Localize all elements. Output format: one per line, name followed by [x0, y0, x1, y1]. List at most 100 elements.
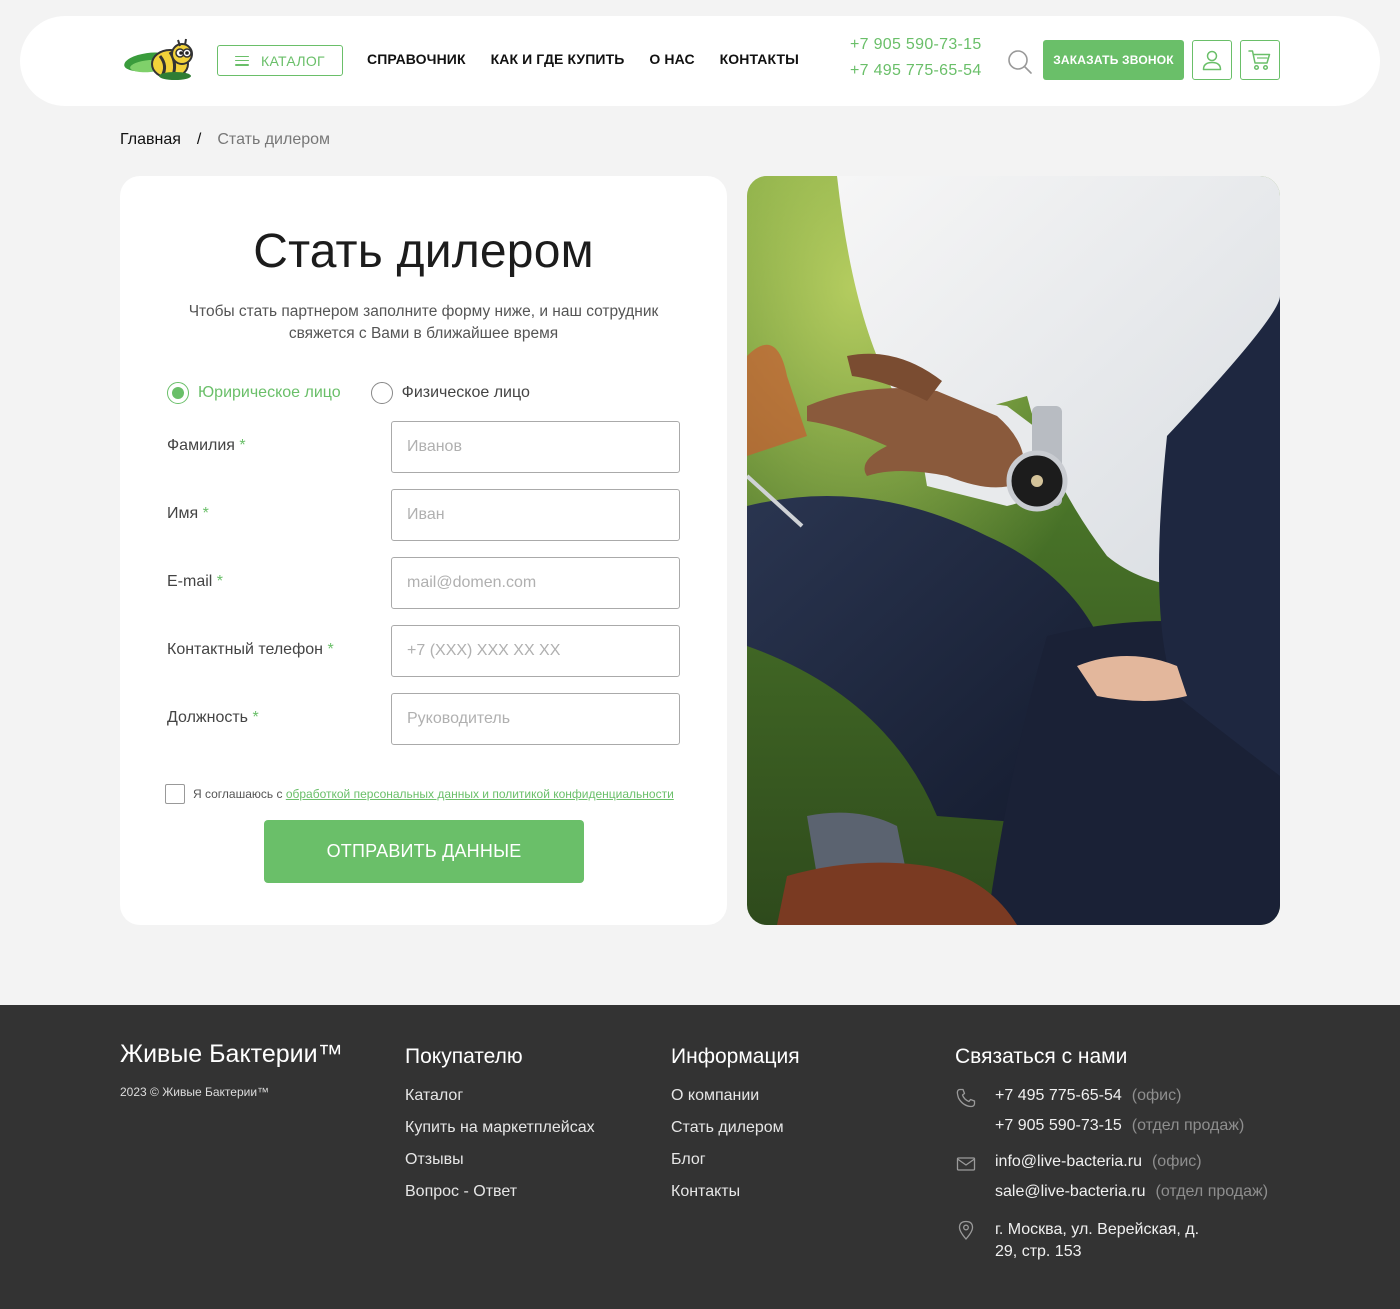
email-input[interactable] — [391, 557, 680, 609]
footer-link-catalog[interactable]: Каталог — [405, 1087, 595, 1105]
footer-phone-2[interactable]: +7 905 590-73-15 — [995, 1117, 1122, 1134]
main-nav: СПРАВОЧНИК КАК И ГДЕ КУПИТЬ О НАС КОНТАК… — [367, 51, 799, 67]
breadcrumb-separator: / — [196, 131, 202, 148]
footer-address-line-2: 29, стр. 153 — [995, 1243, 1082, 1260]
footer-link-reviews[interactable]: Отзывы — [405, 1151, 595, 1169]
location-icon — [955, 1219, 977, 1241]
field-email-label: E-mail * — [167, 573, 223, 591]
required-mark: * — [327, 641, 334, 658]
cart-button[interactable] — [1240, 40, 1280, 80]
radio-checked-icon — [167, 382, 189, 404]
required-mark: * — [216, 573, 224, 590]
field-email: E-mail * — [167, 557, 680, 609]
breadcrumb: Главная / Стать дилером — [120, 131, 330, 149]
nav-item-about[interactable]: О НАС — [649, 51, 694, 67]
header-phone-1[interactable]: +7 905 590-73-15 — [850, 36, 982, 54]
nav-item-handbook[interactable]: СПРАВОЧНИК — [367, 51, 466, 67]
field-label-text: Контактный телефон — [167, 641, 323, 658]
radio-individual[interactable]: Физическое лицо — [370, 382, 530, 404]
footer-address-line-1: г. Москва, ул. Верейская, д. — [995, 1221, 1200, 1238]
consent-row: Я соглашаюсь с обработкой персональных д… — [165, 784, 674, 804]
consent-text: Я соглашаюсь с обработкой персональных д… — [193, 787, 674, 801]
footer-email-2[interactable]: sale@live-bacteria.ru — [995, 1183, 1146, 1200]
phone-icon — [955, 1087, 977, 1109]
field-position-label: Должность * — [167, 709, 259, 727]
page-title: Стать дилером — [253, 225, 594, 278]
footer-info-title: Информация — [671, 1045, 800, 1068]
field-first-name: Имя * — [167, 489, 680, 541]
footer-copyright: 2023 © Живые Бактерии™ — [120, 1085, 270, 1099]
footer-email-1-note: (офис) — [1151, 1153, 1202, 1170]
consent-prefix: Я соглашаюсь с — [193, 787, 283, 801]
footer-email-1[interactable]: info@live-bacteria.ru — [995, 1153, 1142, 1170]
footer-email-office: info@live-bacteria.ru (офис) — [995, 1153, 1202, 1171]
entity-type-radio-group: Юририческое лицо Физическое лицо — [167, 382, 530, 404]
required-mark: * — [202, 505, 209, 522]
required-mark: * — [252, 709, 259, 726]
footer-link-blog[interactable]: Блог — [671, 1151, 800, 1169]
footer-contact-column: Связаться с нами — [955, 1045, 1127, 1087]
nav-item-where-to-buy[interactable]: КАК И ГДЕ КУПИТЬ — [491, 51, 625, 67]
radio-legal-entity[interactable]: Юририческое лицо — [167, 382, 341, 404]
breadcrumb-current: Стать дилером — [217, 131, 331, 148]
footer-phone-1[interactable]: +7 495 775-65-54 — [995, 1087, 1122, 1104]
footer-link-become-dealer[interactable]: Стать дилером — [671, 1119, 800, 1137]
radio-legal-entity-label: Юририческое лицо — [198, 384, 341, 401]
nav-item-contacts[interactable]: КОНТАКТЫ — [720, 51, 799, 67]
radio-individual-label: Физическое лицо — [401, 384, 530, 401]
field-first-name-label: Имя * — [167, 505, 209, 523]
search-icon[interactable] — [1007, 49, 1033, 75]
form-subtitle: Чтобы стать партнером заполните форму ни… — [168, 301, 679, 345]
footer-address: г. Москва, ул. Верейская, д. 29, стр. 15… — [995, 1219, 1199, 1263]
footer-link-about[interactable]: О компании — [671, 1087, 800, 1105]
radio-unchecked-icon — [370, 382, 393, 404]
order-call-button[interactable]: ЗАКАЗАТЬ ЗВОНОК — [1043, 40, 1184, 80]
mail-icon — [955, 1153, 977, 1175]
dealer-form-card: Стать дилером Чтобы стать партнером запо… — [120, 176, 727, 925]
user-button[interactable] — [1192, 40, 1232, 80]
field-last-name: Фамилия * — [167, 421, 680, 473]
first-name-input[interactable] — [391, 489, 680, 541]
field-label-text: Фамилия — [167, 437, 235, 454]
logo-bee-icon[interactable] — [120, 36, 200, 84]
submit-button[interactable]: ОТПРАВИТЬ ДАННЫЕ — [264, 820, 584, 883]
footer-phone-office: +7 495 775-65-54 (офис) — [995, 1087, 1181, 1105]
privacy-policy-link[interactable]: обработкой персональных данных и политик… — [286, 787, 674, 801]
required-mark: * — [239, 437, 246, 454]
footer-email-2-note: (отдел продаж) — [1155, 1183, 1269, 1200]
footer-link-marketplaces[interactable]: Купить на маркетплейсах — [405, 1119, 595, 1137]
catalog-button[interactable]: КАТАЛОГ — [217, 45, 343, 76]
header-phones: +7 905 590-73-15 +7 495 775-65-54 — [850, 36, 982, 80]
field-phone: Контактный телефон * — [167, 625, 680, 677]
footer-contact-title: Связаться с нами — [955, 1045, 1128, 1068]
form-subtitle-line-1: Чтобы стать партнером заполните форму ни… — [188, 303, 659, 320]
field-position: Должность * — [167, 693, 680, 745]
site-footer: Живые Бактерии™ 2023 © Живые Бактерии™ П… — [0, 1005, 1400, 1309]
phone-input[interactable] — [391, 625, 680, 677]
footer-link-faq[interactable]: Вопрос - Ответ — [405, 1183, 595, 1201]
footer-phone-sales: +7 905 590-73-15 (отдел продаж) — [995, 1117, 1244, 1135]
consent-checkbox[interactable] — [165, 784, 185, 804]
footer-buyer-column: Покупателю Каталог Купить на маркетплейс… — [405, 1045, 595, 1215]
footer-buyer-title: Покупателю — [405, 1045, 523, 1068]
position-input[interactable] — [391, 693, 680, 745]
field-label-text: E-mail — [167, 573, 213, 590]
form-subtitle-line-2: свяжется с Вами в ближайшее время — [288, 325, 559, 342]
footer-link-contacts[interactable]: Контакты — [671, 1183, 800, 1201]
last-name-input[interactable] — [391, 421, 680, 473]
footer-phone-1-note: (офис) — [1131, 1087, 1182, 1104]
field-label-text: Имя — [167, 505, 199, 522]
cart-icon — [1248, 50, 1271, 71]
footer-brand: Живые Бактерии™ — [120, 1040, 343, 1068]
menu-icon — [235, 55, 250, 66]
footer-info-column: Информация О компании Стать дилером Блог… — [671, 1045, 800, 1215]
field-phone-label: Контактный телефон * — [167, 641, 334, 659]
site-header: КАТАЛОГ СПРАВОЧНИК КАК И ГДЕ КУПИТЬ О НА… — [20, 16, 1380, 106]
header-phone-2[interactable]: +7 495 775-65-54 — [850, 62, 982, 80]
catalog-button-label: КАТАЛОГ — [261, 52, 325, 69]
field-label-text: Должность — [167, 709, 248, 726]
footer-phone-2-note: (отдел продаж) — [1131, 1117, 1245, 1134]
handshake-meeting-photo — [747, 176, 1280, 925]
user-icon — [1202, 50, 1222, 71]
breadcrumb-home[interactable]: Главная — [120, 131, 181, 149]
